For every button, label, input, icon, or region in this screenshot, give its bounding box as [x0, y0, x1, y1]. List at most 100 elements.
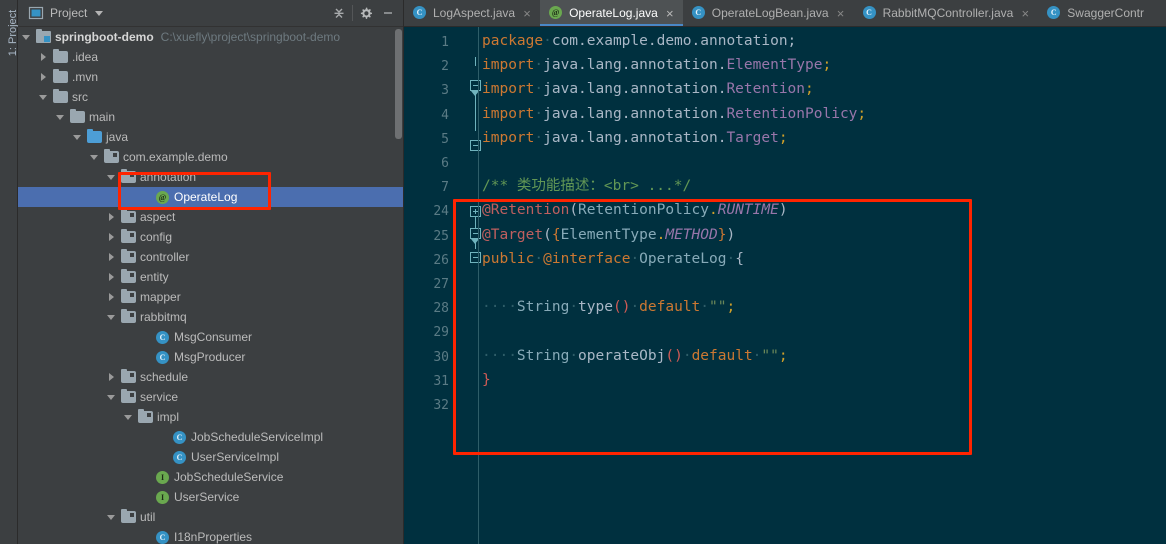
- editor-tab[interactable]: C RabbitMQController.java ×: [854, 0, 1039, 26]
- tree-row[interactable]: .idea: [18, 47, 403, 67]
- chevron-down-icon[interactable]: [107, 512, 117, 522]
- tree-row[interactable]: impl: [18, 407, 403, 427]
- code-line[interactable]: import·java.lang.annotation.RetentionPol…: [482, 104, 866, 124]
- tree-row[interactable]: main: [18, 107, 403, 127]
- editor-gutter[interactable]: 1 2 3 4 5 6 7 24 25 26 27 28 29 30 31 32: [404, 27, 481, 544]
- chevron-right-icon[interactable]: [107, 252, 117, 262]
- package-icon: [120, 309, 136, 325]
- close-icon[interactable]: ×: [521, 7, 533, 20]
- minimize-icon[interactable]: [377, 2, 399, 24]
- tree-row[interactable]: mapper: [18, 287, 403, 307]
- close-icon[interactable]: ×: [1019, 7, 1031, 20]
- chevron-down-icon[interactable]: [124, 412, 134, 422]
- code-lines[interactable]: package·com.example.demo.annotation; impo…: [478, 27, 1166, 544]
- tree-row[interactable]: java: [18, 127, 403, 147]
- tree-row[interactable]: C MsgProducer: [18, 347, 403, 367]
- chevron-down-icon[interactable]: [107, 172, 117, 182]
- chevron-down-icon[interactable]: [56, 112, 66, 122]
- project-tree-scrollbar[interactable]: [395, 29, 402, 139]
- chevron-right-icon[interactable]: [107, 292, 117, 302]
- chevron-down-icon[interactable]: [95, 10, 104, 16]
- chevron-right-icon[interactable]: [107, 272, 117, 282]
- fold-marker-collapse-class[interactable]: [470, 228, 481, 245]
- fold-line: [475, 57, 476, 66]
- fold-marker-class-end[interactable]: [470, 252, 481, 263]
- code-token: import: [482, 57, 535, 74]
- code-token: RetentionPolicy: [578, 202, 709, 219]
- editor-tab-bar[interactable]: C LogAspect.java × @ OperateLog.java × C Operat…: [404, 0, 1166, 27]
- tree-row[interactable]: rabbitmq: [18, 307, 403, 327]
- code-editor[interactable]: 1 2 3 4 5 6 7 24 25 26 27 28 29 30 31 32 package·com.ex…: [404, 27, 1166, 544]
- code-line[interactable]: [482, 321, 491, 341]
- close-icon[interactable]: ×: [835, 7, 847, 20]
- code-line[interactable]: public·@interface·OperateLog·{: [482, 249, 744, 269]
- code-line[interactable]: import·java.lang.annotation.Retention;: [482, 79, 814, 99]
- gear-icon[interactable]: [355, 2, 377, 24]
- tree-row[interactable]: com.example.demo: [18, 147, 403, 167]
- tree-row[interactable]: annotation: [18, 167, 403, 187]
- chevron-down-icon[interactable]: [39, 92, 49, 102]
- line-number: 25: [433, 228, 449, 244]
- tree-row[interactable]: config: [18, 227, 403, 247]
- code-token: ;: [778, 347, 788, 364]
- fold-marker-imports-end[interactable]: [470, 140, 481, 151]
- tree-row[interactable]: .mvn: [18, 67, 403, 87]
- tree-row[interactable]: service: [18, 387, 403, 407]
- project-tree[interactable]: springboot-demo C:\xuefly\project\springb…: [18, 27, 403, 544]
- chevron-right-icon[interactable]: [39, 72, 49, 82]
- code-line[interactable]: ····String·type()·default·"";: [482, 297, 735, 317]
- fold-marker-expand-javadoc[interactable]: [470, 206, 481, 217]
- tree-row[interactable]: controller: [18, 247, 403, 267]
- code-line[interactable]: /** 类功能描述：<br> ...*/: [482, 176, 691, 196]
- code-line[interactable]: ····String·operateObj()·default·"";: [482, 346, 788, 366]
- chevron-right-icon[interactable]: [107, 232, 117, 242]
- tree-row[interactable]: aspect: [18, 207, 403, 227]
- chevron-down-icon[interactable]: [73, 132, 83, 142]
- tree-row[interactable]: springboot-demo C:\xuefly\project\springb…: [18, 27, 403, 47]
- tree-row[interactable]: C UserServiceImpl: [18, 447, 403, 467]
- code-line[interactable]: [482, 273, 491, 293]
- indent-guide: [478, 27, 479, 544]
- chevron-down-icon[interactable]: [22, 32, 32, 42]
- tree-row[interactable]: C MsgConsumer: [18, 327, 403, 347]
- editor-tab[interactable]: C OperateLogBean.java ×: [683, 0, 854, 26]
- tree-row[interactable]: entity: [18, 267, 403, 287]
- chevron-down-icon[interactable]: [107, 392, 117, 402]
- code-token: ·: [726, 250, 736, 267]
- tree-row[interactable]: src: [18, 87, 403, 107]
- code-line[interactable]: import·java.lang.annotation.Target;: [482, 128, 788, 148]
- code-token: ·: [534, 57, 544, 74]
- tree-row[interactable]: util: [18, 507, 403, 527]
- collapse-all-icon[interactable]: [328, 2, 350, 24]
- editor-tab-active[interactable]: @ OperateLog.java ×: [540, 0, 683, 26]
- tree-row-label: rabbitmq: [140, 310, 187, 324]
- code-line[interactable]: import·java.lang.annotation.ElementType;: [482, 55, 831, 75]
- tree-row[interactable]: I UserService: [18, 487, 403, 507]
- tree-row[interactable]: C JobScheduleServiceImpl: [18, 427, 403, 447]
- editor-tab[interactable]: C LogAspect.java ×: [404, 0, 540, 26]
- editor-tab[interactable]: C SwaggerContr: [1038, 0, 1151, 26]
- tree-row[interactable]: I JobScheduleService: [18, 467, 403, 487]
- tree-row-selected[interactable]: @ OperateLog: [18, 187, 403, 207]
- tree-row[interactable]: schedule: [18, 367, 403, 387]
- interface-icon: I: [154, 489, 170, 505]
- chevron-right-icon[interactable]: [107, 212, 117, 222]
- fold-marker-collapse-imports[interactable]: [470, 80, 481, 97]
- project-panel-title: Project: [50, 6, 88, 20]
- tree-row-label: JobScheduleService: [174, 470, 284, 484]
- chevron-right-icon[interactable]: [107, 372, 117, 382]
- code-token: ;: [822, 57, 832, 74]
- chevron-down-icon[interactable]: [107, 312, 117, 322]
- chevron-right-icon[interactable]: [39, 52, 49, 62]
- code-line[interactable]: @Retention(RetentionPolicy.RUNTIME): [482, 200, 788, 220]
- code-line[interactable]: package·com.example.demo.annotation;: [482, 31, 796, 51]
- close-icon[interactable]: ×: [664, 7, 676, 20]
- tree-row[interactable]: C I18nProperties: [18, 527, 403, 544]
- code-token: METHOD: [665, 226, 718, 243]
- code-line[interactable]: [482, 152, 491, 172]
- code-line[interactable]: }: [482, 370, 491, 390]
- chevron-down-icon[interactable]: [90, 152, 100, 162]
- code-line[interactable]: @Target({ElementType.METHOD}): [482, 225, 735, 245]
- code-token: ·: [700, 299, 710, 316]
- code-line[interactable]: [482, 394, 491, 414]
